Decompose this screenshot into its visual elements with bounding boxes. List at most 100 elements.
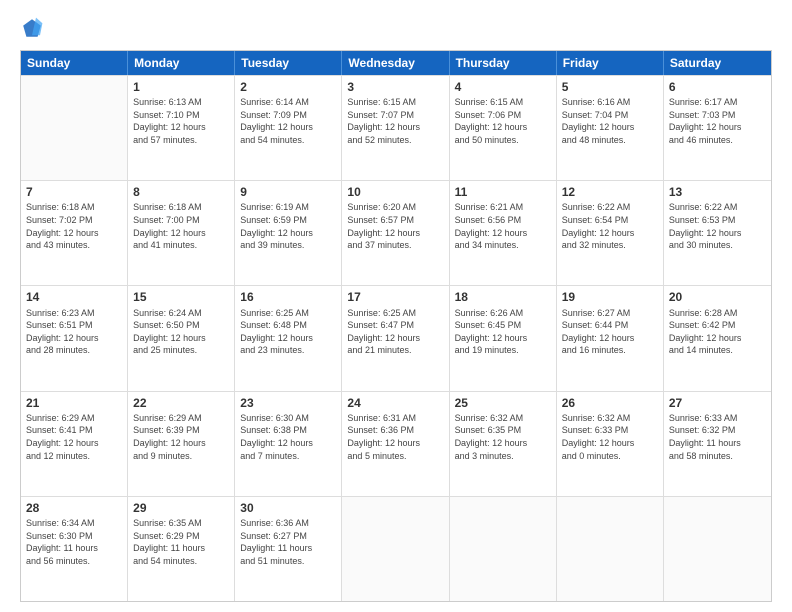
day-info: Sunrise: 6:25 AM Sunset: 6:48 PM Dayligh…	[240, 307, 336, 357]
day-number: 4	[455, 79, 551, 95]
calendar-week-1: 1Sunrise: 6:13 AM Sunset: 7:10 PM Daylig…	[21, 75, 771, 180]
day-info: Sunrise: 6:22 AM Sunset: 6:53 PM Dayligh…	[669, 201, 766, 251]
day-number: 18	[455, 289, 551, 305]
day-info: Sunrise: 6:15 AM Sunset: 7:06 PM Dayligh…	[455, 96, 551, 146]
day-number: 30	[240, 500, 336, 516]
day-info: Sunrise: 6:28 AM Sunset: 6:42 PM Dayligh…	[669, 307, 766, 357]
day-info: Sunrise: 6:27 AM Sunset: 6:44 PM Dayligh…	[562, 307, 658, 357]
calendar-cell-18: 18Sunrise: 6:26 AM Sunset: 6:45 PM Dayli…	[450, 286, 557, 390]
calendar-cell-19: 19Sunrise: 6:27 AM Sunset: 6:44 PM Dayli…	[557, 286, 664, 390]
day-info: Sunrise: 6:32 AM Sunset: 6:35 PM Dayligh…	[455, 412, 551, 462]
calendar-cell-empty-46	[664, 497, 771, 601]
day-header-wednesday: Wednesday	[342, 51, 449, 75]
day-info: Sunrise: 6:32 AM Sunset: 6:33 PM Dayligh…	[562, 412, 658, 462]
day-number: 10	[347, 184, 443, 200]
day-info: Sunrise: 6:36 AM Sunset: 6:27 PM Dayligh…	[240, 517, 336, 567]
day-info: Sunrise: 6:18 AM Sunset: 7:00 PM Dayligh…	[133, 201, 229, 251]
calendar-cell-26: 26Sunrise: 6:32 AM Sunset: 6:33 PM Dayli…	[557, 392, 664, 496]
day-number: 12	[562, 184, 658, 200]
calendar-cell-17: 17 Sunrise: 6:25 AM Sunset: 6:47 PM Dayli…	[342, 286, 449, 390]
calendar-cell-empty-43	[342, 497, 449, 601]
calendar-cell-1: 1Sunrise: 6:13 AM Sunset: 7:10 PM Daylig…	[128, 76, 235, 180]
day-info: Sunrise: 6:16 AM Sunset: 7:04 PM Dayligh…	[562, 96, 658, 146]
day-number: 11	[455, 184, 551, 200]
calendar-cell-22: 22Sunrise: 6:29 AM Sunset: 6:39 PM Dayli…	[128, 392, 235, 496]
calendar-cell-24: 24Sunrise: 6:31 AM Sunset: 6:36 PM Dayli…	[342, 392, 449, 496]
day-number: 28	[26, 500, 122, 516]
calendar-cell-16: 16 Sunrise: 6:25 AM Sunset: 6:48 PM Dayli…	[235, 286, 342, 390]
day-info: Sunrise: 6:29 AM Sunset: 6:39 PM Dayligh…	[133, 412, 229, 462]
day-number: 7	[26, 184, 122, 200]
day-number: 20	[669, 289, 766, 305]
day-info: Sunrise: 6:15 AM Sunset: 7:07 PM Dayligh…	[347, 96, 443, 146]
calendar-cell-empty-00	[21, 76, 128, 180]
calendar-cell-30: 30Sunrise: 6:36 AM Sunset: 6:27 PM Dayli…	[235, 497, 342, 601]
calendar-cell-20: 20 Sunrise: 6:28 AM Sunset: 6:42 PM Dayli…	[664, 286, 771, 390]
day-number: 22	[133, 395, 229, 411]
day-number: 26	[562, 395, 658, 411]
day-info: Sunrise: 6:17 AM Sunset: 7:03 PM Dayligh…	[669, 96, 766, 146]
day-info: Sunrise: 6:14 AM Sunset: 7:09 PM Dayligh…	[240, 96, 336, 146]
calendar-cell-14: 14Sunrise: 6:23 AM Sunset: 6:51 PM Dayli…	[21, 286, 128, 390]
page: SundayMondayTuesdayWednesdayThursdayFrid…	[0, 0, 792, 612]
calendar-week-5: 28Sunrise: 6:34 AM Sunset: 6:30 PM Dayli…	[21, 496, 771, 601]
calendar-cell-29: 29Sunrise: 6:35 AM Sunset: 6:29 PM Dayli…	[128, 497, 235, 601]
calendar-cell-2: 2Sunrise: 6:14 AM Sunset: 7:09 PM Daylig…	[235, 76, 342, 180]
day-header-sunday: Sunday	[21, 51, 128, 75]
calendar-cell-11: 11Sunrise: 6:21 AM Sunset: 6:56 PM Dayli…	[450, 181, 557, 285]
calendar-cell-empty-45	[557, 497, 664, 601]
calendar-body: 1Sunrise: 6:13 AM Sunset: 7:10 PM Daylig…	[21, 75, 771, 601]
calendar-cell-6: 6Sunrise: 6:17 AM Sunset: 7:03 PM Daylig…	[664, 76, 771, 180]
day-number: 2	[240, 79, 336, 95]
calendar-cell-23: 23Sunrise: 6:30 AM Sunset: 6:38 PM Dayli…	[235, 392, 342, 496]
day-header-thursday: Thursday	[450, 51, 557, 75]
calendar-cell-7: 7Sunrise: 6:18 AM Sunset: 7:02 PM Daylig…	[21, 181, 128, 285]
day-number: 9	[240, 184, 336, 200]
logo-icon	[20, 16, 44, 40]
calendar-cell-25: 25Sunrise: 6:32 AM Sunset: 6:35 PM Dayli…	[450, 392, 557, 496]
calendar-cell-28: 28Sunrise: 6:34 AM Sunset: 6:30 PM Dayli…	[21, 497, 128, 601]
day-number: 15	[133, 289, 229, 305]
day-info: Sunrise: 6:35 AM Sunset: 6:29 PM Dayligh…	[133, 517, 229, 567]
day-number: 16	[240, 289, 336, 305]
calendar-cell-15: 15Sunrise: 6:24 AM Sunset: 6:50 PM Dayli…	[128, 286, 235, 390]
day-info: Sunrise: 6:23 AM Sunset: 6:51 PM Dayligh…	[26, 307, 122, 357]
calendar-week-2: 7Sunrise: 6:18 AM Sunset: 7:02 PM Daylig…	[21, 180, 771, 285]
day-info: Sunrise: 6:34 AM Sunset: 6:30 PM Dayligh…	[26, 517, 122, 567]
logo	[20, 16, 48, 40]
calendar-cell-3: 3Sunrise: 6:15 AM Sunset: 7:07 PM Daylig…	[342, 76, 449, 180]
calendar-cell-8: 8Sunrise: 6:18 AM Sunset: 7:00 PM Daylig…	[128, 181, 235, 285]
day-info: Sunrise: 6:20 AM Sunset: 6:57 PM Dayligh…	[347, 201, 443, 251]
calendar-cell-5: 5Sunrise: 6:16 AM Sunset: 7:04 PM Daylig…	[557, 76, 664, 180]
day-header-monday: Monday	[128, 51, 235, 75]
day-header-tuesday: Tuesday	[235, 51, 342, 75]
day-number: 6	[669, 79, 766, 95]
day-number: 3	[347, 79, 443, 95]
calendar-cell-13: 13Sunrise: 6:22 AM Sunset: 6:53 PM Dayli…	[664, 181, 771, 285]
day-number: 17	[347, 289, 443, 305]
day-info: Sunrise: 6:29 AM Sunset: 6:41 PM Dayligh…	[26, 412, 122, 462]
day-header-saturday: Saturday	[664, 51, 771, 75]
calendar-cell-9: 9Sunrise: 6:19 AM Sunset: 6:59 PM Daylig…	[235, 181, 342, 285]
calendar-week-3: 14Sunrise: 6:23 AM Sunset: 6:51 PM Dayli…	[21, 285, 771, 390]
day-info: Sunrise: 6:30 AM Sunset: 6:38 PM Dayligh…	[240, 412, 336, 462]
calendar: SundayMondayTuesdayWednesdayThursdayFrid…	[20, 50, 772, 602]
day-info: Sunrise: 6:21 AM Sunset: 6:56 PM Dayligh…	[455, 201, 551, 251]
day-info: Sunrise: 6:25 AM Sunset: 6:47 PM Dayligh…	[347, 307, 443, 357]
day-info: Sunrise: 6:22 AM Sunset: 6:54 PM Dayligh…	[562, 201, 658, 251]
day-number: 1	[133, 79, 229, 95]
calendar-cell-empty-44	[450, 497, 557, 601]
day-number: 25	[455, 395, 551, 411]
calendar-cell-12: 12Sunrise: 6:22 AM Sunset: 6:54 PM Dayli…	[557, 181, 664, 285]
calendar-week-4: 21Sunrise: 6:29 AM Sunset: 6:41 PM Dayli…	[21, 391, 771, 496]
day-number: 23	[240, 395, 336, 411]
day-number: 13	[669, 184, 766, 200]
header	[20, 16, 772, 40]
day-info: Sunrise: 6:13 AM Sunset: 7:10 PM Dayligh…	[133, 96, 229, 146]
calendar-cell-4: 4Sunrise: 6:15 AM Sunset: 7:06 PM Daylig…	[450, 76, 557, 180]
day-info: Sunrise: 6:33 AM Sunset: 6:32 PM Dayligh…	[669, 412, 766, 462]
day-number: 8	[133, 184, 229, 200]
calendar-header: SundayMondayTuesdayWednesdayThursdayFrid…	[21, 51, 771, 75]
day-number: 24	[347, 395, 443, 411]
calendar-cell-21: 21Sunrise: 6:29 AM Sunset: 6:41 PM Dayli…	[21, 392, 128, 496]
